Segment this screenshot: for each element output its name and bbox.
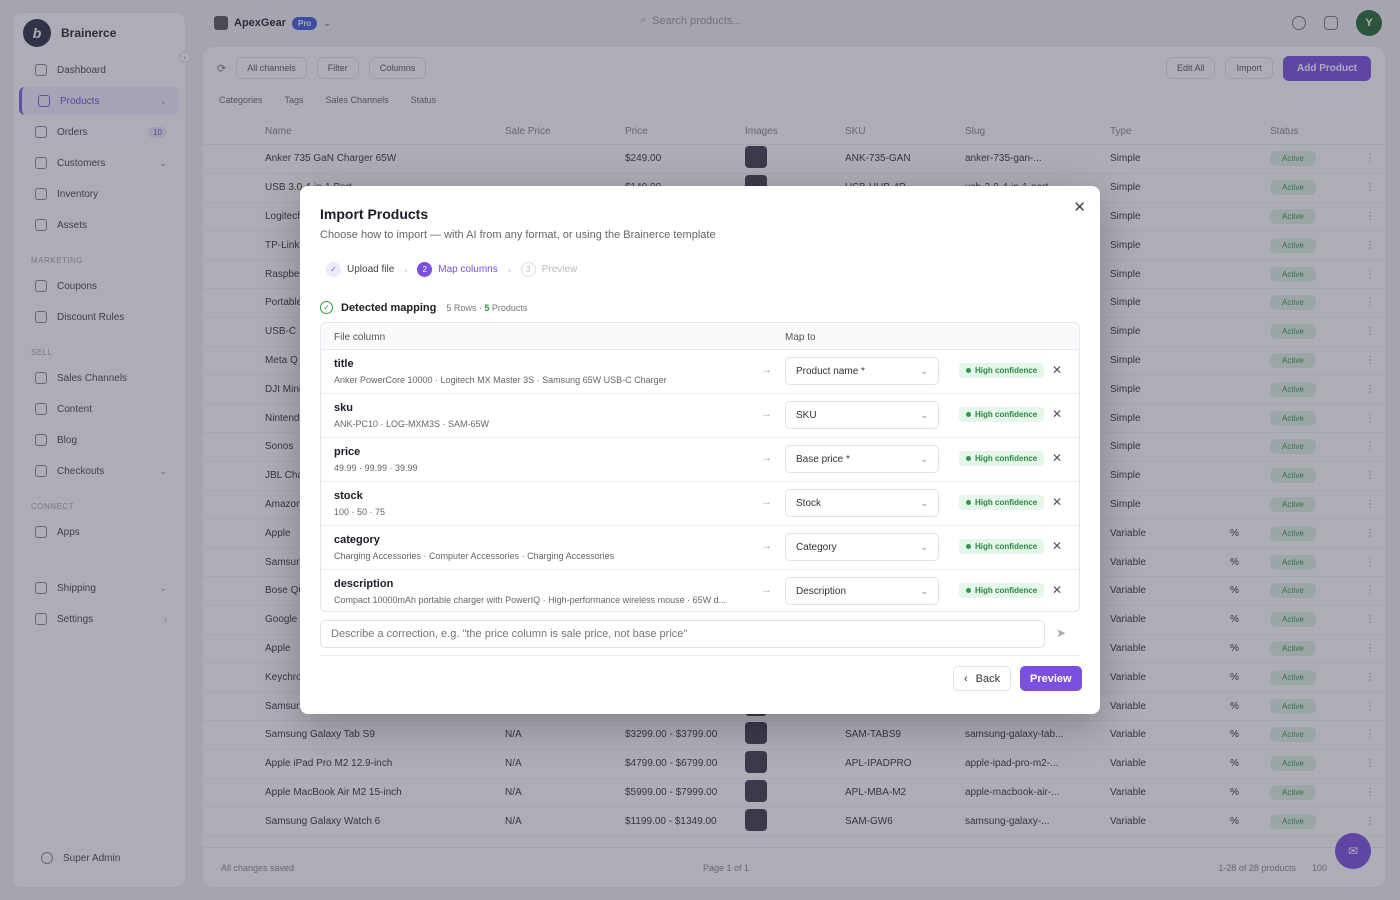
stepper: ✓ Upload file › 2 Map columns › 3 Previe… bbox=[326, 262, 577, 277]
step-map-columns[interactable]: 2 Map columns bbox=[417, 262, 498, 277]
confidence-badge: High confidence bbox=[959, 363, 1045, 378]
confidence-label: High confidence bbox=[975, 366, 1038, 375]
mapping-row: title Anker PowerCore 10000 · Logitech MX… bbox=[321, 350, 1079, 394]
confidence-label: High confidence bbox=[975, 498, 1038, 507]
mapping-row: description Compact 10000mAh portable cha… bbox=[321, 570, 1079, 611]
status-dot-icon bbox=[966, 412, 971, 417]
correction-input[interactable] bbox=[320, 620, 1045, 648]
map-to-value: Description bbox=[796, 585, 847, 597]
step-number: 2 bbox=[417, 262, 433, 277]
arrow-right-icon: → bbox=[761, 364, 772, 376]
file-column-name: category bbox=[334, 534, 380, 546]
map-to-select[interactable]: Stock ⌄ bbox=[785, 489, 939, 517]
modal-title: Import Products bbox=[320, 206, 429, 222]
file-column-sample: Anker PowerCore 10000 · Logitech MX Mast… bbox=[334, 375, 667, 385]
step-label: Preview bbox=[541, 264, 578, 275]
confidence-badge: High confidence bbox=[959, 583, 1045, 598]
map-to-value: Stock bbox=[796, 497, 822, 509]
status-dot-icon bbox=[966, 588, 971, 593]
step-number: 3 bbox=[520, 262, 536, 277]
status-dot-icon bbox=[966, 368, 971, 373]
file-column-name: sku bbox=[334, 402, 353, 414]
confidence-badge: High confidence bbox=[959, 407, 1045, 422]
products-label: Products bbox=[489, 302, 528, 313]
chevron-down-icon: ⌄ bbox=[920, 365, 928, 376]
confidence-label: High confidence bbox=[975, 454, 1038, 463]
chevron-down-icon: ⌄ bbox=[920, 453, 928, 464]
mapping-table-header: File column Map to bbox=[321, 323, 1079, 350]
mapping-table: File column Map to title Anker PowerCore … bbox=[320, 322, 1080, 612]
header-file-column: File column bbox=[334, 332, 386, 343]
file-column-name: price bbox=[334, 446, 361, 458]
chevron-down-icon: ⌄ bbox=[920, 497, 928, 508]
map-to-select[interactable]: Category ⌄ bbox=[785, 533, 939, 561]
step-check-icon: ✓ bbox=[326, 262, 341, 277]
remove-mapping-icon[interactable]: ✕ bbox=[1052, 407, 1062, 421]
rows-count: 5 Rows · bbox=[446, 302, 485, 313]
file-column-name: title bbox=[334, 358, 354, 370]
file-column-sample: Compact 10000mAh portable charger with P… bbox=[334, 595, 727, 605]
chevron-left-icon: ‹ bbox=[964, 672, 968, 685]
step-label: Upload file bbox=[347, 264, 395, 275]
back-label: Back bbox=[975, 672, 1001, 685]
arrow-right-icon: → bbox=[761, 408, 772, 420]
status-dot-icon bbox=[966, 456, 971, 461]
remove-mapping-icon[interactable]: ✕ bbox=[1052, 583, 1062, 597]
map-to-select[interactable]: SKU ⌄ bbox=[785, 401, 939, 429]
file-column-sample: ANK-PC10 · LOG-MXM3S · SAM-65W bbox=[334, 419, 490, 429]
map-to-select[interactable]: Base price * ⌄ bbox=[785, 445, 939, 473]
modal-subtitle: Choose how to import — with AI from any … bbox=[320, 229, 716, 241]
chevron-down-icon: ⌄ bbox=[920, 541, 928, 552]
chevron-right-icon: › bbox=[507, 264, 511, 275]
map-to-select[interactable]: Product name * ⌄ bbox=[785, 357, 939, 385]
confidence-label: High confidence bbox=[975, 542, 1038, 551]
chevron-down-icon: ⌄ bbox=[920, 409, 928, 420]
map-to-value: SKU bbox=[796, 409, 817, 421]
detected-mapping-header: ✓ Detected mapping 5 Rows · 5 Products bbox=[320, 301, 527, 314]
chevron-right-icon: › bbox=[404, 264, 408, 275]
mapping-row: stock 100 · 50 · 75 → Stock ⌄ High confidence… bbox=[321, 482, 1079, 526]
file-column-name: description bbox=[334, 578, 394, 590]
confidence-badge: High confidence bbox=[959, 495, 1045, 510]
arrow-right-icon: → bbox=[761, 540, 772, 552]
map-to-value: Product name * bbox=[796, 365, 865, 377]
file-column-sample: 100 · 50 · 75 bbox=[334, 507, 386, 517]
map-to-value: Category bbox=[796, 541, 837, 553]
check-circle-icon: ✓ bbox=[320, 301, 333, 314]
confidence-label: High confidence bbox=[975, 410, 1038, 419]
close-icon[interactable]: ✕ bbox=[1073, 198, 1086, 216]
arrow-right-icon: → bbox=[761, 452, 772, 464]
mapping-row: category Charging Accessories · Computer … bbox=[321, 526, 1079, 570]
map-to-value: Base price * bbox=[796, 453, 850, 465]
import-products-modal: ✕ Import Products Choose how to import —… bbox=[300, 186, 1100, 714]
back-button[interactable]: ‹ Back bbox=[953, 666, 1012, 691]
mapping-summary: 5 Rows · 5 Products bbox=[446, 303, 527, 313]
remove-mapping-icon[interactable]: ✕ bbox=[1052, 363, 1062, 377]
confidence-badge: High confidence bbox=[959, 451, 1045, 466]
arrow-right-icon: → bbox=[761, 584, 772, 596]
file-column-sample: 49.99 · 99.99 · 39.99 bbox=[334, 463, 418, 473]
step-label: Map columns bbox=[438, 264, 498, 275]
step-preview: 3 Preview bbox=[520, 262, 578, 277]
file-column-name: stock bbox=[334, 490, 363, 502]
divider bbox=[320, 655, 1080, 656]
arrow-right-icon: → bbox=[761, 496, 772, 508]
mapping-row: price 49.99 · 99.99 · 39.99 → Base price * ⌄… bbox=[321, 438, 1079, 482]
preview-button[interactable]: Preview bbox=[1020, 666, 1082, 691]
mapping-title: Detected mapping bbox=[341, 301, 437, 314]
status-dot-icon bbox=[966, 500, 971, 505]
file-column-sample: Charging Accessories · Computer Accessor… bbox=[334, 551, 615, 561]
mapping-row: sku ANK-PC10 · LOG-MXM3S · SAM-65W → SKU ⌄ Hi… bbox=[321, 394, 1079, 438]
remove-mapping-icon[interactable]: ✕ bbox=[1052, 539, 1062, 553]
remove-mapping-icon[interactable]: ✕ bbox=[1052, 451, 1062, 465]
status-dot-icon bbox=[966, 544, 971, 549]
chevron-down-icon: ⌄ bbox=[920, 585, 928, 596]
map-to-select[interactable]: Description ⌄ bbox=[785, 577, 939, 605]
remove-mapping-icon[interactable]: ✕ bbox=[1052, 495, 1062, 509]
header-map-to: Map to bbox=[785, 332, 816, 343]
confidence-badge: High confidence bbox=[959, 539, 1045, 554]
confidence-label: High confidence bbox=[975, 586, 1038, 595]
send-icon[interactable]: ➤ bbox=[1056, 626, 1066, 640]
step-upload-file[interactable]: ✓ Upload file bbox=[326, 262, 394, 277]
